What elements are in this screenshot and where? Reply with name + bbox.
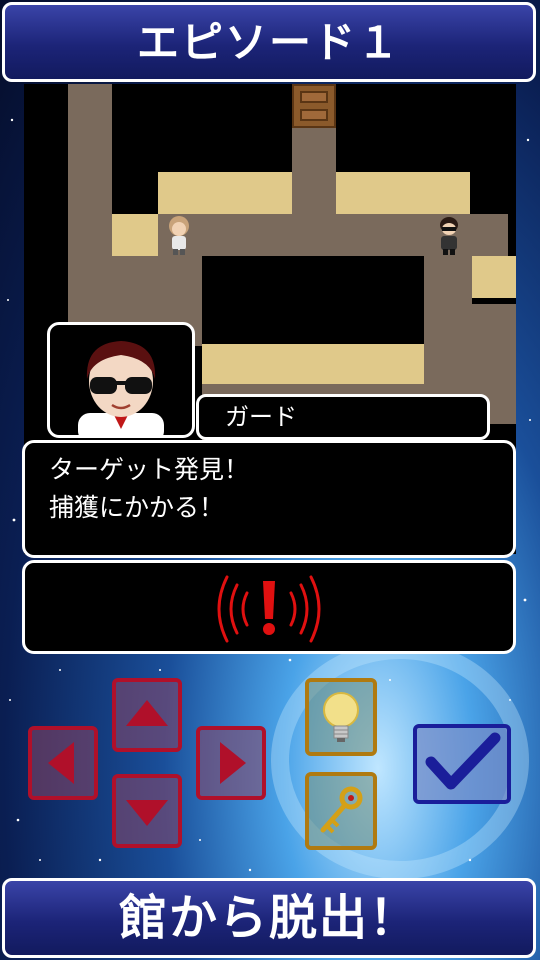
arrow-left-icon bbox=[48, 742, 74, 784]
alert-status-box bbox=[22, 560, 516, 654]
dialog-line: ターゲット発見！ bbox=[49, 455, 250, 484]
guard-character-sprite bbox=[440, 217, 458, 255]
map-floor bbox=[424, 256, 472, 394]
dpad-left-button[interactable] bbox=[28, 726, 98, 800]
episode-title: エピソード１ bbox=[136, 18, 401, 67]
speaker-name-box: ガード bbox=[196, 394, 490, 440]
goal-banner: 館から脱出！ bbox=[2, 878, 536, 958]
dpad-down-button[interactable] bbox=[112, 774, 182, 848]
lightbulb-icon bbox=[323, 692, 359, 742]
key-icon bbox=[320, 786, 363, 834]
dialog-line: 捕獲にかかる！ bbox=[49, 493, 225, 522]
map-wall bbox=[158, 172, 292, 214]
episode-title-banner: エピソード１ bbox=[2, 2, 536, 82]
dpad-up-button[interactable] bbox=[112, 678, 182, 752]
hint-lightbulb-button[interactable] bbox=[305, 678, 377, 756]
guard-portrait-icon bbox=[78, 341, 164, 435]
goal-title: 館から脱出！ bbox=[118, 890, 419, 946]
checkmark-icon bbox=[425, 732, 501, 790]
arrow-up-icon bbox=[126, 700, 168, 726]
player-character-sprite bbox=[169, 216, 189, 255]
speaker-portrait bbox=[47, 322, 195, 438]
dpad-right-button[interactable] bbox=[196, 726, 266, 800]
arrow-right-icon bbox=[220, 742, 246, 784]
map-wall bbox=[336, 172, 470, 214]
speaker-name: ガード bbox=[225, 403, 297, 431]
map-wall bbox=[112, 214, 158, 256]
confirm-button[interactable] bbox=[413, 724, 511, 804]
exclamation-alert-icon bbox=[217, 575, 321, 643]
map-wall bbox=[472, 256, 516, 298]
key-item-button[interactable] bbox=[305, 772, 377, 850]
map-wall bbox=[202, 344, 424, 384]
map-floor bbox=[472, 304, 516, 344]
arrow-down-icon bbox=[126, 800, 168, 826]
dialog-box[interactable]: ターゲット発見！ 捕獲にかかる！ bbox=[22, 440, 516, 558]
exit-door bbox=[292, 84, 336, 128]
